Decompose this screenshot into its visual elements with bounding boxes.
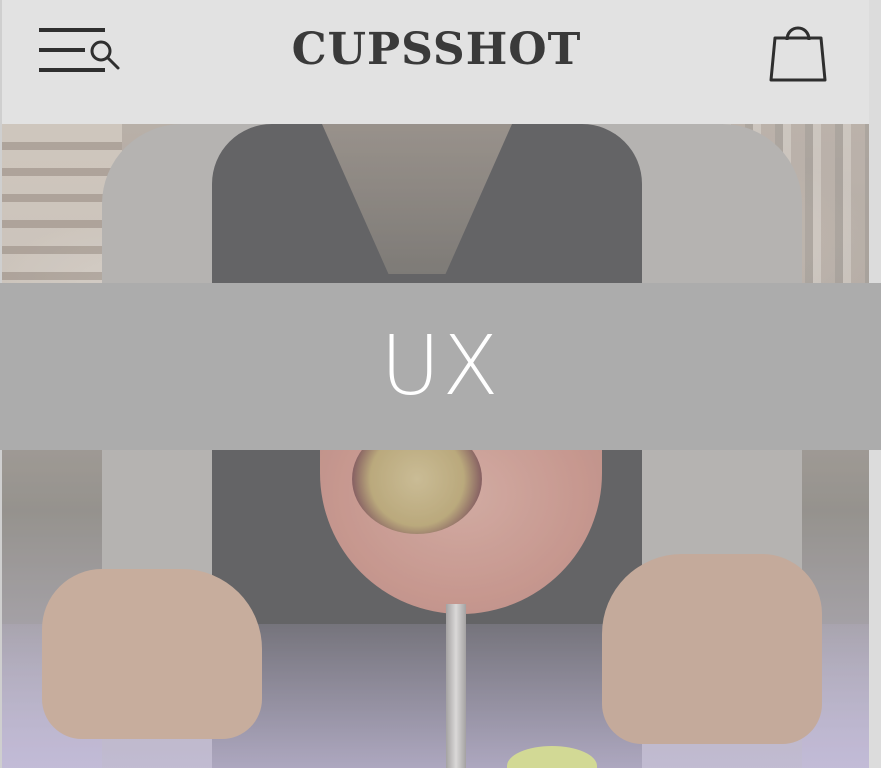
top-header: CUPSSHOT xyxy=(2,0,869,124)
brand-logo[interactable]: CUPSSHOT xyxy=(2,26,869,74)
shopping-bag-icon xyxy=(769,26,827,82)
category-band[interactable]: UX xyxy=(0,283,881,450)
cart-button[interactable] xyxy=(769,18,827,82)
hero-glass-stem xyxy=(446,604,466,768)
hero-hand-left xyxy=(42,569,262,739)
hero-hand-right xyxy=(602,554,822,744)
category-label: UX xyxy=(380,318,501,414)
